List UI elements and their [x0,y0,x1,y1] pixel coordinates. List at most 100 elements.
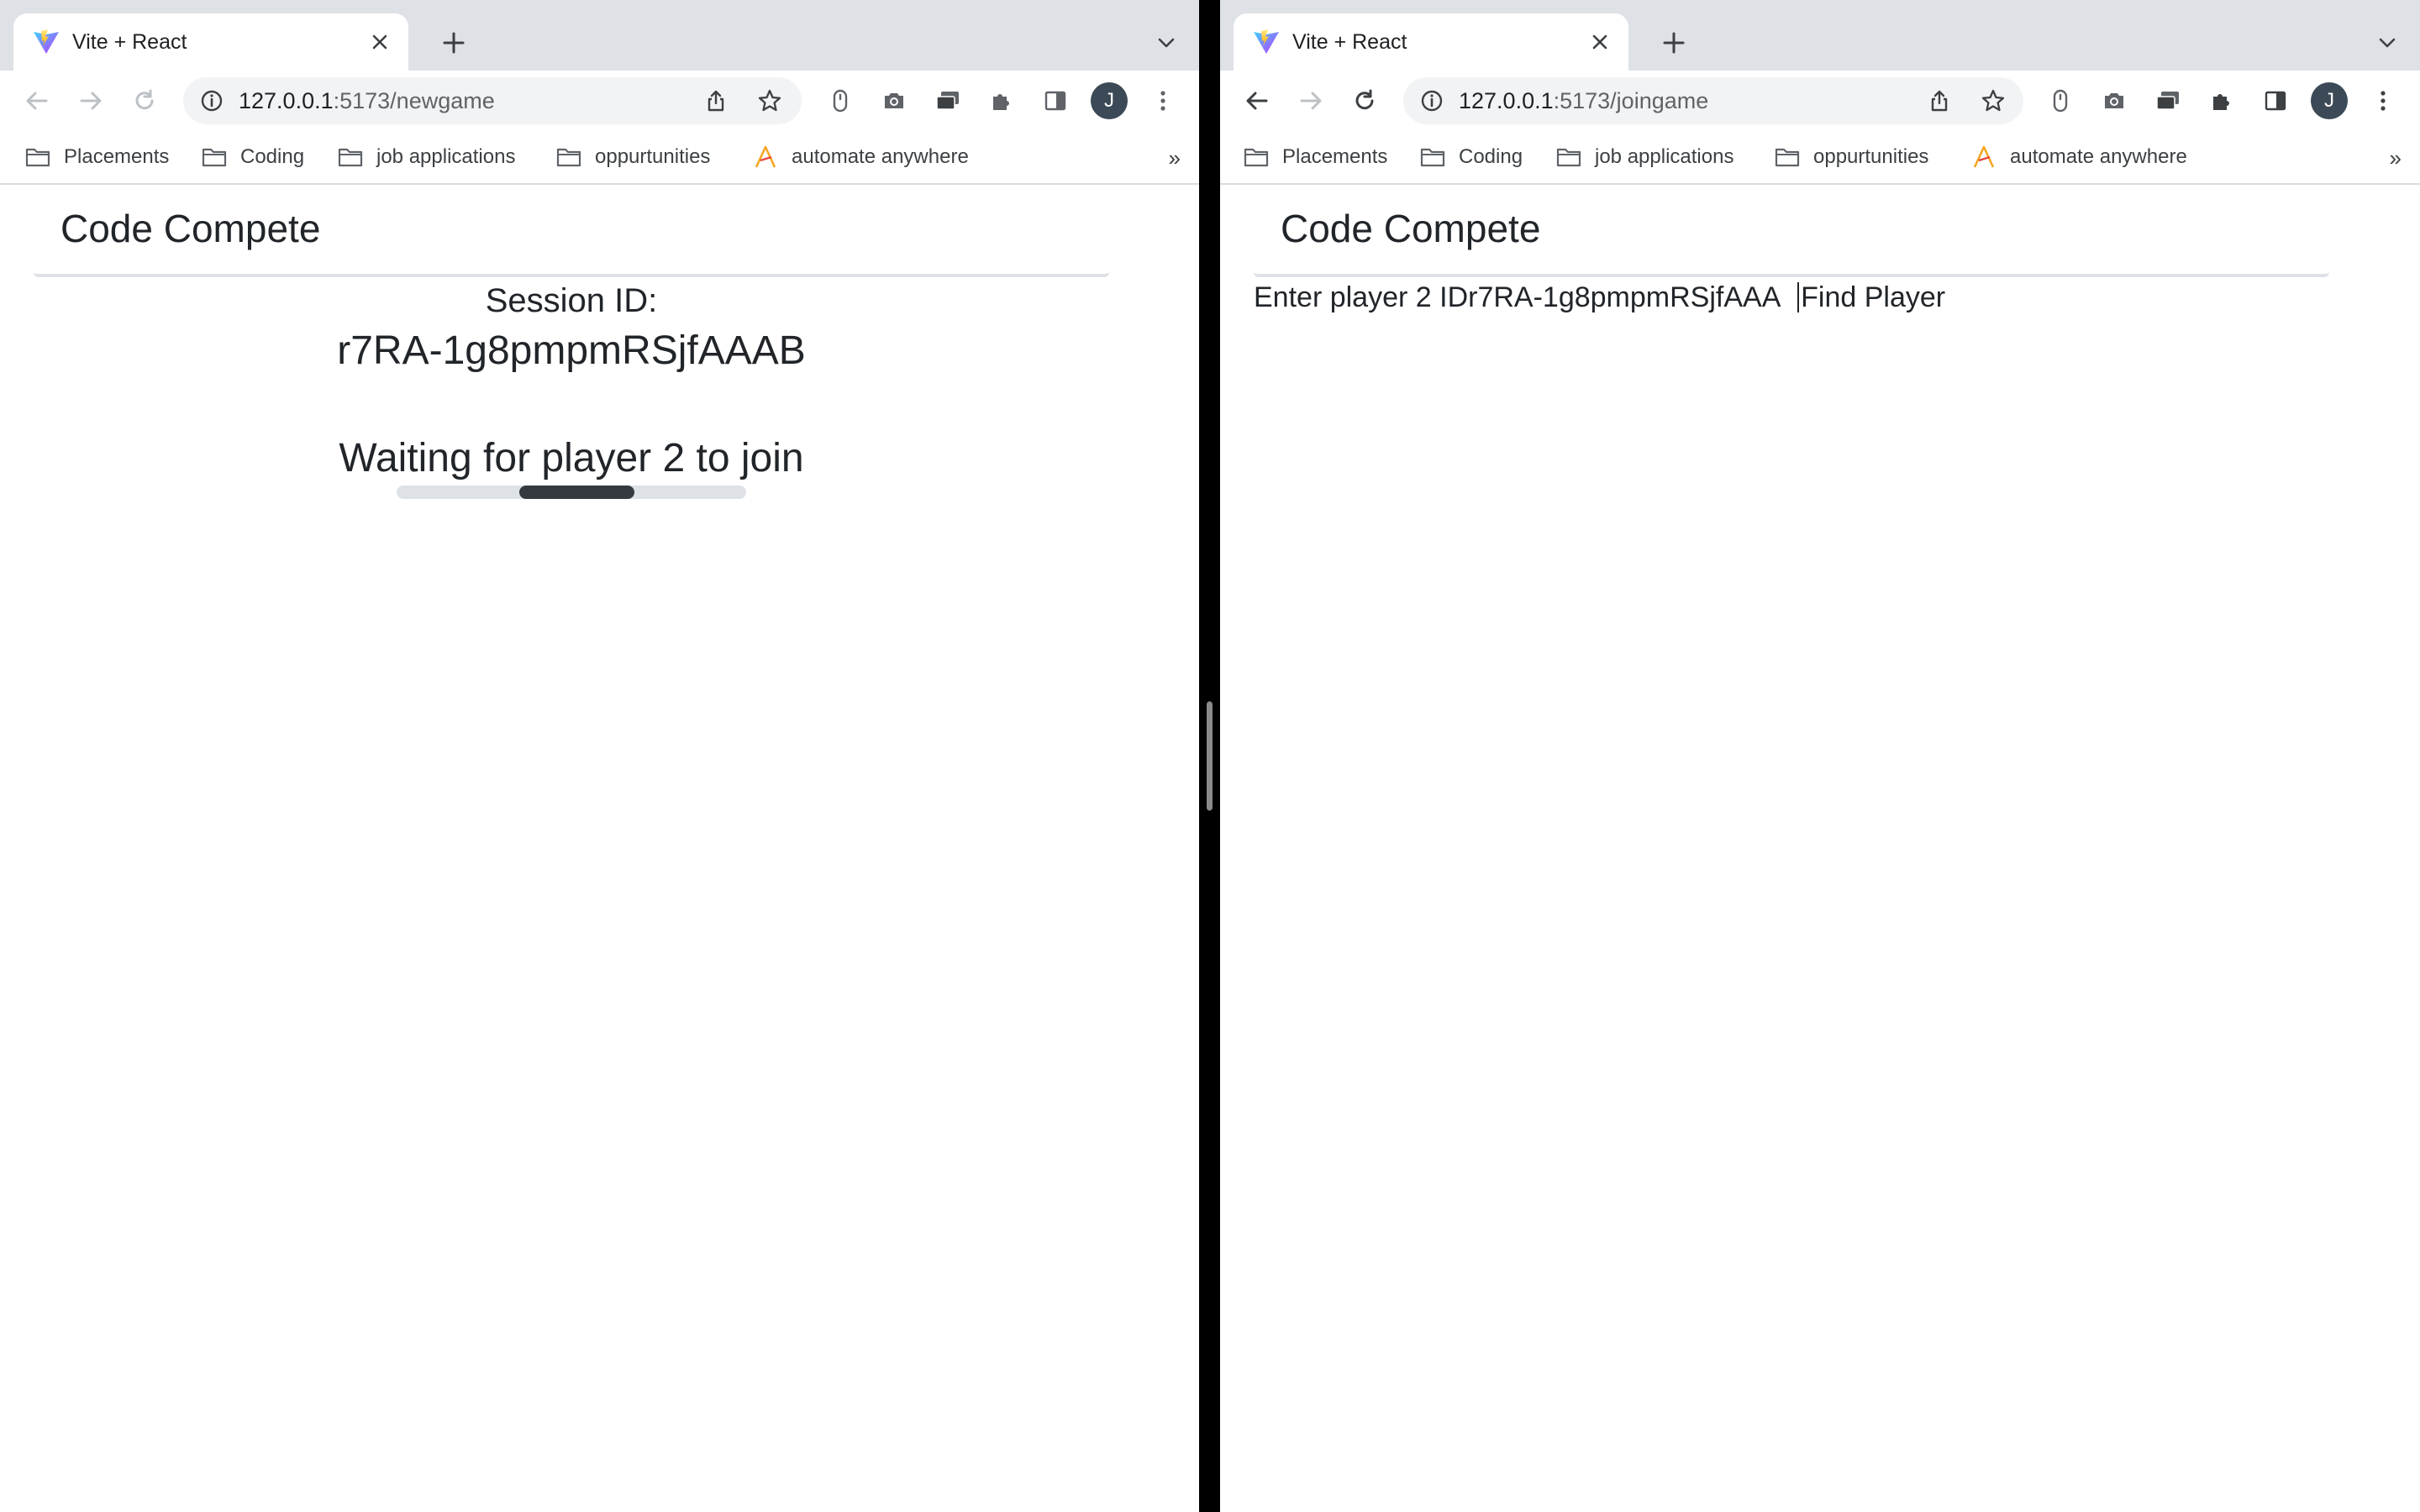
bookmark-automate-anywhere[interactable]: automate anywhere [753,142,969,172]
reload-button[interactable] [1344,81,1385,121]
arrow-left-icon [26,92,48,110]
address-bar[interactable]: 127.0.0.1:5173/joingame [1403,77,2023,124]
new-tab-button[interactable] [1653,24,1695,62]
bookmarks-bar: Placements Coding job applications oppur… [1220,131,2420,185]
bookmark-folder-placements[interactable]: Placements [1244,142,1387,172]
share-button[interactable] [1921,82,1958,119]
extension-window-button[interactable] [2148,81,2188,121]
folder-icon [25,148,50,167]
side-panel-icon [1044,91,1066,111]
url-path: :5173/newgame [333,88,495,113]
folder-icon [1244,148,1269,167]
app-brand[interactable]: Code Compete [60,205,320,252]
page-content: Code Compete Session ID: r7RA-1g8pmpmRSj… [0,186,1199,1512]
automation-anywhere-icon [1973,145,1995,168]
tab-search-button[interactable] [2368,24,2407,62]
extensions-button[interactable] [981,81,1022,121]
bookmark-folder-job-applications[interactable]: job applications [338,142,515,172]
bookmark-label: oppurtunities [595,145,711,168]
bookmarks-overflow-button[interactable]: » [2390,143,2402,173]
profile-avatar[interactable]: J [2311,82,2348,119]
back-button[interactable] [1237,81,1277,121]
tab-close-button[interactable] [1583,25,1617,59]
more-vertical-icon [2381,91,2386,111]
bookmark-automate-anywhere[interactable]: automate anywhere [1971,142,2187,172]
bookmark-star-button[interactable] [1975,82,2012,119]
folder-icon [1775,148,1800,167]
bookmark-folder-oppurtunities[interactable]: oppurtunities [556,142,710,172]
address-bar[interactable]: 127.0.0.1:5173/newgame [183,77,802,124]
browser-menu-button[interactable] [1143,81,1183,121]
windows-icon [936,92,959,110]
arrow-left-icon [1246,92,1268,110]
side-panel-button[interactable] [2255,81,2296,121]
new-tab-button[interactable] [433,24,475,62]
browser-menu-button[interactable] [2363,81,2403,121]
player-id-label: Enter player 2 ID [1254,281,1469,313]
tab-strip: Vite + React [1220,0,2420,71]
extension-window-button[interactable] [928,81,968,121]
extensions-button[interactable] [2202,81,2242,121]
more-vertical-icon [1160,91,1165,111]
browser-window-left: Vite + React 127.0.0.1:5173/newgame J Pl… [0,0,1199,1512]
tab-search-button[interactable] [1147,24,1186,62]
url-host: 127.0.0.1 [239,88,334,113]
page-content: Code Compete Enter player 2 ID Find Play… [1220,186,2420,1512]
bookmark-folder-oppurtunities[interactable]: oppurtunities [1775,142,1928,172]
mouse-icon [2053,89,2068,113]
find-player-button[interactable]: Find Player [1801,281,1945,314]
tab-strip: Vite + React [0,0,1199,71]
bookmark-label: Coding [1459,145,1523,168]
loading-progress [397,486,746,499]
back-button[interactable] [17,81,57,121]
side-panel-button[interactable] [1035,81,1076,121]
reload-button[interactable] [124,81,165,121]
share-button[interactable] [697,82,734,119]
extension-camera-button[interactable] [2094,81,2134,121]
star-icon [1981,89,2005,112]
bookmark-label: automate anywhere [792,145,969,168]
vite-icon [34,29,59,54]
tab-title: Vite + React [72,30,187,54]
folder-icon [202,148,227,167]
app-navbar: Code Compete [1254,186,2329,277]
loading-progress-bar [518,486,634,499]
site-info-button[interactable] [198,87,225,114]
vite-icon [1254,29,1279,54]
bookmark-star-button[interactable] [751,82,788,119]
profile-avatar[interactable]: J [1091,82,1128,119]
bookmark-label: Coding [240,145,305,168]
folder-icon [1420,148,1445,167]
browser-tab[interactable]: Vite + React [13,13,408,71]
forward-button[interactable] [71,81,111,121]
app-brand[interactable]: Code Compete [1281,205,1540,252]
forward-button[interactable] [1291,81,1331,121]
arrow-right-icon [1300,92,1322,110]
share-icon [708,90,724,112]
tab-close-button[interactable] [363,25,397,59]
browser-toolbar: 127.0.0.1:5173/joingame J [1220,71,2420,131]
chevron-down-icon [1158,38,1175,48]
bookmark-folder-placements[interactable]: Placements [25,142,169,172]
bookmark-folder-job-applications[interactable]: job applications [1556,142,1733,172]
join-game-form: Enter player 2 ID Find Player [1254,279,1945,316]
player-id-input[interactable] [1468,281,1798,314]
bookmarks-overflow-button[interactable]: » [1169,143,1181,173]
mouse-icon [833,89,848,113]
url-host: 127.0.0.1 [1459,88,1554,113]
extension-camera-button[interactable] [874,81,914,121]
site-info-button[interactable] [1418,87,1445,114]
bookmark-folder-coding[interactable]: Coding [1420,142,1523,172]
bookmark-folder-coding[interactable]: Coding [202,142,304,172]
plus-icon [443,32,465,54]
bookmark-label: automate anywhere [2010,145,2187,168]
bookmark-label: Placements [1282,145,1388,168]
browser-tab[interactable]: Vite + React [1234,13,1628,71]
url-text: 127.0.0.1:5173/joingame [1459,87,1708,114]
split-view-resize-handle[interactable] [1207,701,1213,811]
share-icon [1931,90,1948,112]
bookmark-label: job applications [1595,145,1734,168]
extension-mouse-button[interactable] [820,81,860,121]
extension-mouse-button[interactable] [2040,81,2081,121]
browser-toolbar: 127.0.0.1:5173/newgame J [0,71,1199,131]
